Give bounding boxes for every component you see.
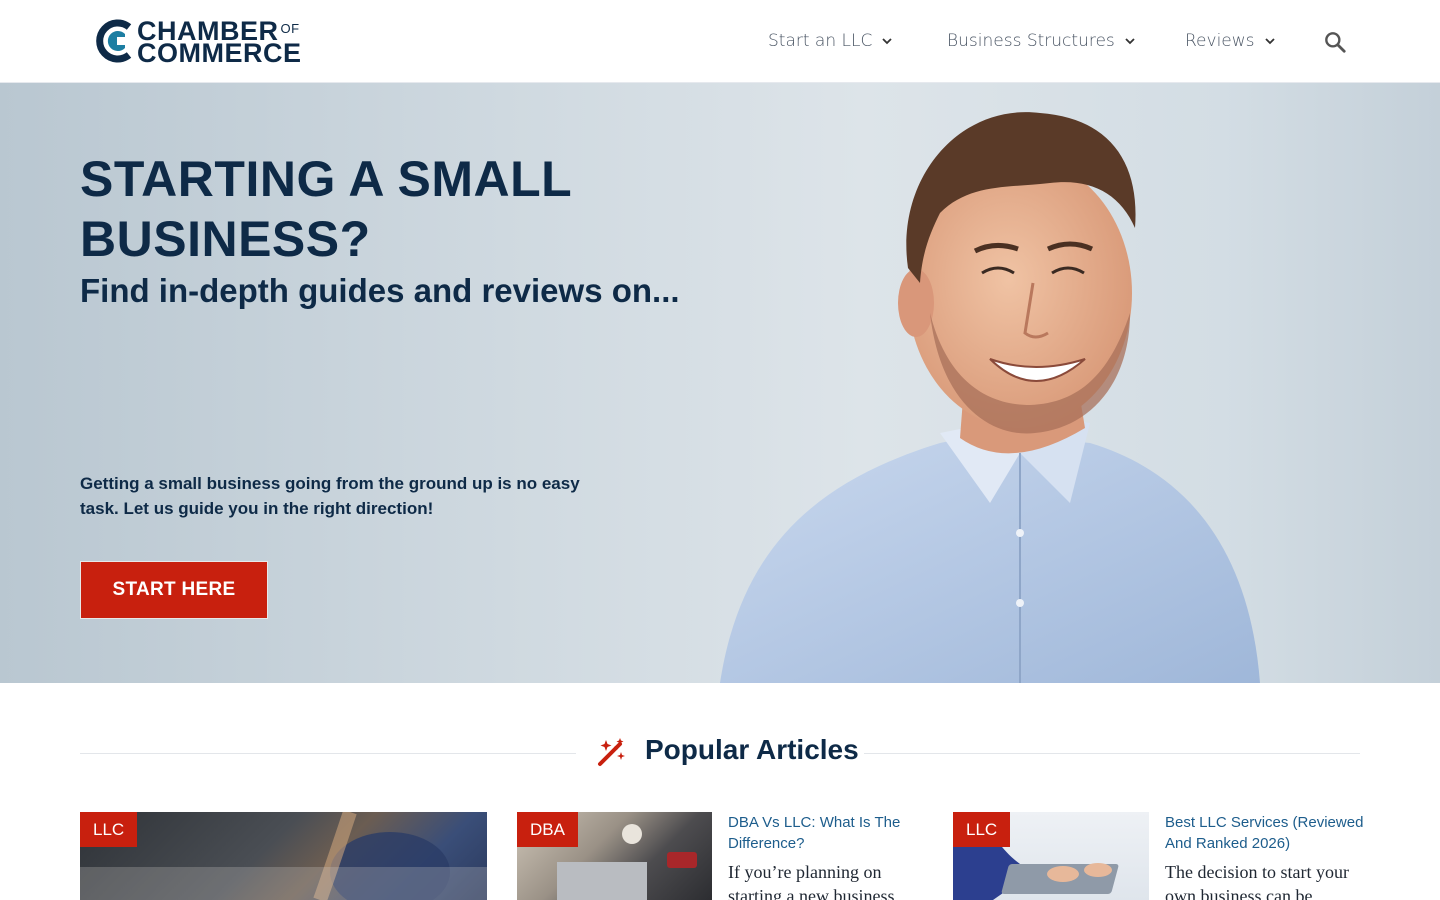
article-image[interactable] [80, 812, 487, 900]
hero-subtitle: Find in-depth guides and reviews on... [80, 272, 680, 309]
nav-start-llc[interactable]: Start an LLC [768, 28, 892, 54]
popular-articles-title: Popular Articles [645, 734, 859, 765]
magic-wand-icon [598, 738, 625, 766]
nav-business-structures-label: Business Structures [947, 31, 1115, 51]
category-tag-dba[interactable]: DBA [517, 812, 578, 847]
logo-commerce: COMMERCE [137, 38, 302, 68]
article-title-dba-vs-llc[interactable]: DBA Vs LLC: What Is The Difference? [728, 812, 928, 854]
hero-description: Getting a small business going from the … [80, 474, 580, 518]
chevron-down-icon [1264, 38, 1275, 45]
chamber-logo-icon [96, 19, 132, 63]
search-icon[interactable] [1322, 29, 1348, 55]
nav-start-llc-label: Start an LLC [768, 31, 873, 51]
nav-reviews-label: Reviews [1185, 31, 1255, 51]
logo-wordmark: CHAMBER OF COMMERCE [137, 18, 302, 68]
smiling-man-photo [720, 112, 1260, 683]
chevron-down-icon [882, 38, 892, 45]
site-header: CHAMBER OF COMMERCE Start an LLC Busines… [0, 0, 1440, 83]
article-title-best-llc-services[interactable]: Best LLC Services (Reviewed And Ranked 2… [1165, 812, 1365, 854]
hero-banner: STARTING A SMALL BUSINESS? Find in-depth… [0, 83, 1440, 683]
article-excerpt: The decision to start your own business … [1165, 862, 1349, 900]
logo-of: OF [280, 21, 300, 36]
chevron-down-icon [1125, 38, 1135, 45]
hero-title: STARTING A SMALL BUSINESS? [80, 151, 572, 267]
section-divider-right [864, 753, 1360, 754]
category-tag-llc[interactable]: LLC [80, 812, 138, 847]
section-divider-left [80, 753, 576, 754]
desk-writing-photo [80, 812, 487, 900]
nav-reviews[interactable]: Reviews [1185, 28, 1275, 54]
start-here-button[interactable]: START HERE [80, 561, 268, 619]
article-excerpt: If you’re planning on starting a new bus… [728, 862, 895, 900]
nav-business-structures[interactable]: Business Structures [947, 28, 1135, 54]
category-tag-llc[interactable]: LLC [953, 812, 1011, 847]
site-logo[interactable]: CHAMBER OF COMMERCE [95, 16, 315, 68]
